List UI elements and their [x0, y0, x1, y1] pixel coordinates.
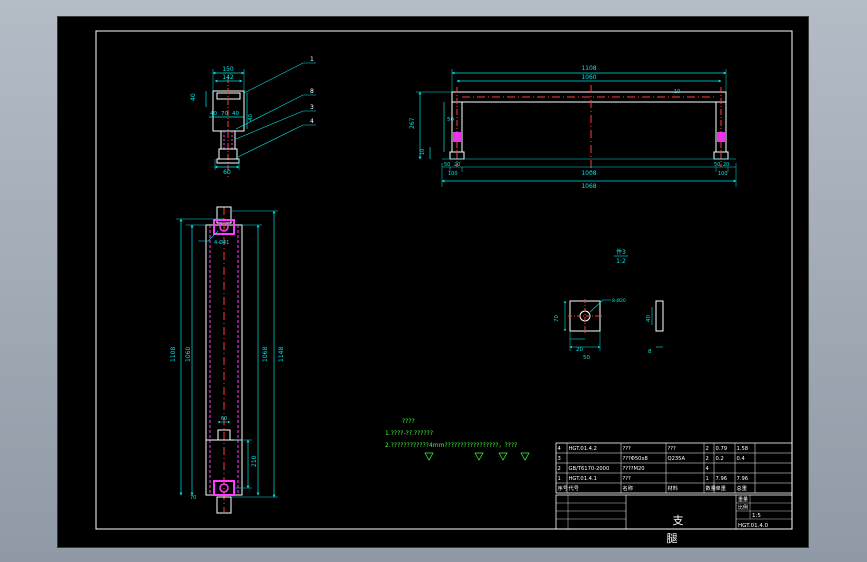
table-cell: 7.96 — [716, 476, 728, 482]
drawing-sheet: 150 142 40 40 70 40 40 60 1 8 3 4 1108 1… — [57, 16, 809, 548]
title-name-2: 腿 — [667, 532, 678, 545]
title-block: 支 腿 重量 比例 1:5 HGT.01.4.0 — [555, 494, 793, 545]
detail-width-70: 70 — [554, 315, 560, 322]
table-header-cell: 名称 — [623, 484, 633, 492]
dim-side-mid-a: 40 — [210, 111, 217, 117]
dim-front-top-inner: 1060 — [581, 74, 596, 81]
dim-front-height: 267 — [409, 117, 416, 129]
dim-front-bot-a: 50 — [444, 162, 450, 168]
table-cell: 0.2 — [716, 456, 724, 462]
table-cell: 0.79 — [716, 446, 728, 452]
title-small-1: 重量 — [738, 496, 748, 503]
dim-front-bottom-total: 1068 — [581, 183, 596, 190]
dim-side-top-inner: 142 — [222, 74, 234, 81]
dim-side-right: 40 — [248, 114, 254, 121]
detail-bottom-20: 20 — [576, 347, 583, 353]
detail-side-40: 40 — [646, 315, 652, 322]
dim-side-bottom: 60 — [223, 169, 231, 176]
parts-table: 4 HGT.01.4.2?????? 2 0.79 1.58 3 ???Φ50x8 Q235A… — [555, 442, 793, 494]
callout-4: 4 — [310, 118, 314, 125]
dim-plan-bottom-gap: 210 — [251, 455, 258, 467]
table-cell: Q235A — [668, 456, 686, 462]
dim-plan-bottom-small: 70 — [190, 495, 196, 501]
dim-plan-right-outer: 1148 — [278, 347, 285, 362]
table-cell: 0.4 — [737, 456, 746, 462]
title-drawing-no: HGT.01.4.0 — [738, 523, 769, 529]
table-cell: ??? — [623, 476, 632, 482]
dim-plan-left-outer: 1108 — [170, 347, 177, 362]
notes-title: ???? — [402, 418, 415, 425]
table-header-cell: 序号 — [558, 484, 568, 492]
dim-front-bot-b: 20 — [454, 162, 460, 168]
dim-plan-right-inner: 1068 — [262, 347, 269, 362]
detail-plate-side — [655, 300, 664, 332]
table-cell: 2 — [558, 466, 561, 472]
plan-view: 1108 1060 1068 1148 4-Ø41 60 210 70 — [170, 206, 285, 514]
callout-1: 1 — [310, 56, 314, 63]
table-cell: 4 — [558, 446, 562, 452]
table-cell: 1.58 — [737, 446, 749, 452]
dim-front-top-outer: 1108 — [581, 65, 596, 72]
dim-front-bot-right-b: 20 — [723, 162, 729, 168]
table-cell: ????M20 — [623, 466, 645, 472]
table-header-cell: 材料 — [668, 484, 678, 492]
table-cell: 1 — [558, 476, 561, 482]
table-header-cell: 代号 — [569, 484, 579, 492]
dim-front-right-small: 10 — [674, 89, 680, 95]
dim-side-mid-b: 70 — [221, 111, 228, 117]
dim-front-bot-mid: 1008 — [581, 170, 596, 177]
table-cell: 3 — [558, 456, 561, 462]
table-cell: 4 — [706, 466, 710, 472]
detail-label: 件3 — [616, 248, 626, 256]
title-scale: 1:5 — [752, 513, 761, 519]
notes-line-1: 1.????-??.?????? — [385, 430, 433, 437]
dim-front-bot-right-c: 100 — [718, 171, 728, 177]
dim-front-bot-c: 100 — [448, 171, 458, 177]
dim-front-inner-left: 50 — [447, 117, 454, 123]
dim-side-left: 40 — [190, 93, 197, 101]
dim-front-small-left: 10 — [420, 149, 426, 155]
title-name-1: 支 — [673, 514, 684, 527]
callout-3: 3 — [310, 104, 314, 111]
table-cell: HGT.01.4.1 — [569, 476, 597, 482]
dim-plan-hole: 4-Ø41 — [214, 239, 229, 246]
dim-plan-left-inner: 1060 — [185, 347, 192, 362]
callout-8: 8 — [310, 88, 314, 95]
table-cell: 2 — [706, 446, 709, 452]
detail-scale: 1:2 — [616, 258, 626, 265]
side-view: 150 142 40 40 70 40 40 60 1 8 3 4 — [190, 56, 316, 177]
notes-line-2: 2.????????????4mm?????????????????，???? — [385, 442, 517, 449]
table-cell: 7.96 — [737, 476, 749, 482]
table-header-cell: 单重 — [716, 484, 726, 492]
front-view: 1108 1060 10 267 50 10 50 20 100 1008 50… — [409, 65, 737, 190]
table-header-cell: 数量 — [706, 484, 716, 492]
detail-view: 件3 1:2 8-Ø20 70 20 50 40 8 — [554, 248, 664, 361]
table-cell: 2 — [706, 456, 709, 462]
title-small-2: 比例 — [738, 504, 748, 511]
detail-bottom-50: 50 — [583, 355, 590, 361]
table-header-cell: 总重 — [737, 484, 747, 492]
table-cell: ??? — [668, 446, 677, 452]
cad-drawing: 150 142 40 40 70 40 40 60 1 8 3 4 1108 1… — [95, 30, 793, 545]
dim-side-mid-c: 40 — [232, 111, 239, 117]
dim-plan-slot: 60 — [221, 416, 227, 422]
technical-notes: ???? 1.????-??.?????? 2.????????????4mm?… — [385, 418, 530, 461]
table-cell: 1 — [706, 476, 709, 482]
table-cell: HGT.01.4.2 — [569, 446, 597, 452]
table-cell: GB/T6170-2000 — [569, 466, 610, 472]
table-cell: ???Φ50x8 — [623, 456, 648, 462]
detail-hole: 8-Ø20 — [612, 297, 626, 304]
dim-front-bot-right-a: 50 — [714, 162, 720, 168]
dim-side-top-outer: 150 — [222, 66, 234, 73]
detail-side-8: 8 — [648, 349, 652, 355]
table-cell: ??? — [623, 446, 632, 452]
